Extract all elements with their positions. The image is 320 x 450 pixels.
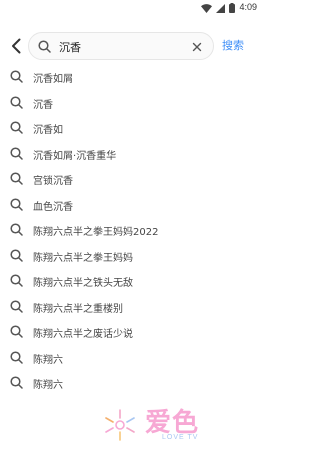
- suggestion-label: 陈翔六点半之铁头无敌: [33, 278, 133, 289]
- suggestion-label: 陈翔六点半之拳王妈妈2022: [33, 227, 159, 238]
- search-icon: [10, 223, 23, 236]
- suggestion-label: 宫锁沉香: [33, 176, 73, 187]
- suggestion-item[interactable]: 陈翔六: [0, 370, 263, 396]
- search-icon: [10, 172, 23, 185]
- suggestion-label: 陈翔六点半之重楼别: [33, 303, 123, 315]
- search-icon: [10, 376, 23, 389]
- suggestion-item[interactable]: 陈翔六点半之拳王妈妈: [0, 243, 263, 269]
- search-icon: [10, 325, 23, 338]
- search-icon: [10, 197, 23, 211]
- search-input[interactable]: [59, 39, 189, 55]
- search-icon: [10, 121, 23, 134]
- flower-logo-icon: [105, 409, 135, 441]
- suggestion-label: 血色沉香: [33, 201, 73, 213]
- signal-icon: [216, 0, 226, 17]
- suggestion-item[interactable]: 血色沉香: [0, 192, 263, 218]
- search-box[interactable]: [28, 32, 214, 60]
- suggestion-item[interactable]: 沉香: [0, 90, 263, 116]
- suggestion-label: 陈翔六: [33, 354, 63, 366]
- wifi-icon: [201, 0, 213, 17]
- suggestion-item[interactable]: 陈翔六点半之铁头无敌: [0, 268, 263, 294]
- search-icon: [10, 350, 23, 364]
- suggestion-item[interactable]: 陈翔六点半之废话少说: [0, 319, 263, 345]
- suggestion-label: 陈翔六点半之拳王妈妈: [33, 252, 133, 264]
- clear-icon[interactable]: [191, 41, 203, 53]
- watermark-subtitle: LOVE TV: [162, 434, 199, 441]
- suggestion-item[interactable]: 沉香如屑: [0, 64, 263, 90]
- suggestion-label: 沉香如屑: [33, 74, 73, 85]
- search-submit-button[interactable]: 搜索: [222, 37, 244, 53]
- suggestion-label: 沉香如: [33, 125, 63, 136]
- search-icon: [10, 70, 23, 83]
- status-time: 4:09: [239, 2, 257, 12]
- suggestion-item[interactable]: 宫锁沉香: [0, 166, 263, 192]
- suggestion-label: 沉香: [33, 99, 53, 111]
- suggestion-label: 沉香如屑·沉香重华: [33, 150, 117, 162]
- suggestion-item[interactable]: 沉香如屑·沉香重华: [0, 141, 263, 167]
- status-icons: 4:09: [201, 1, 257, 13]
- search-icon: [10, 146, 23, 160]
- search-icon: [10, 248, 23, 262]
- suggestion-label: 陈翔六点半之废话少说: [33, 329, 133, 340]
- watermark-logo: 爱色 LOVE TV: [100, 402, 210, 446]
- search-header: 搜索: [0, 30, 263, 62]
- suggestion-item[interactable]: 沉香如: [0, 115, 263, 141]
- search-icon: [10, 95, 23, 109]
- search-icon: [38, 40, 51, 53]
- suggestion-label: 陈翔六: [33, 380, 63, 391]
- suggestion-item[interactable]: 陈翔六点半之重楼别: [0, 294, 263, 320]
- back-arrow-icon: [12, 38, 21, 54]
- search-icon: [10, 299, 23, 313]
- suggestion-list: 沉香如屑沉香沉香如沉香如屑·沉香重华 宫锁沉香血色沉香陈翔六点半之拳王妈妈2022…: [0, 64, 263, 396]
- suggestion-item[interactable]: 陈翔六点半之拳王妈妈2022: [0, 217, 263, 243]
- back-button[interactable]: [6, 34, 26, 58]
- suggestion-item[interactable]: 陈翔六: [0, 345, 263, 371]
- status-bar: 4:09: [0, 0, 263, 14]
- search-icon: [10, 274, 23, 287]
- battery-icon: [229, 0, 236, 17]
